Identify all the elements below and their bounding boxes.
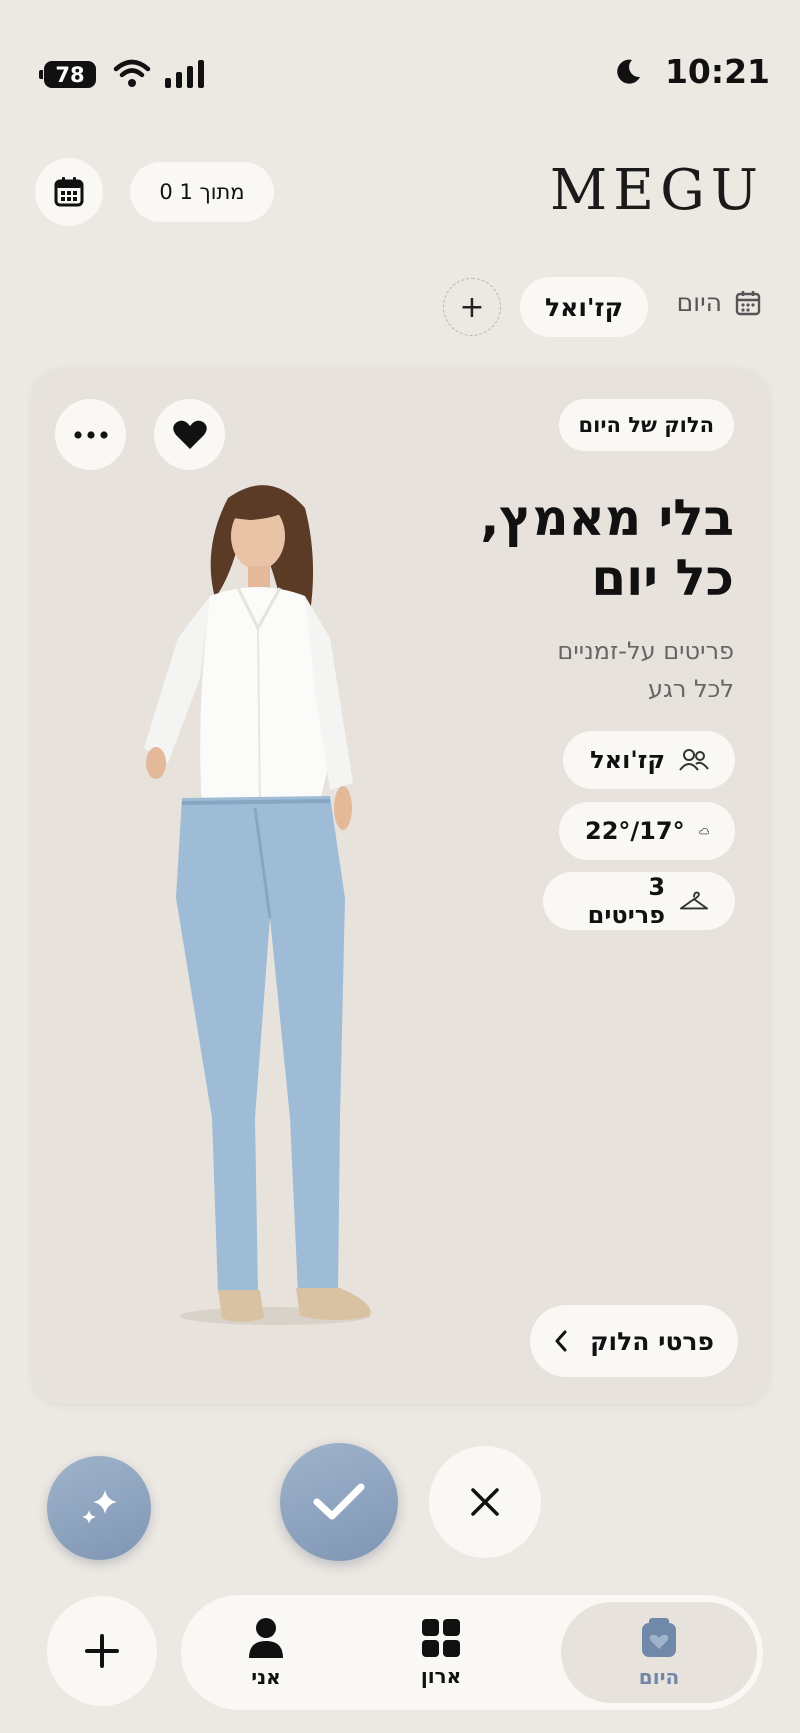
calendar-icon — [54, 177, 84, 207]
ai-suggest-button[interactable] — [47, 1456, 151, 1560]
clock: 10:21 — [664, 52, 770, 91]
headline-line-1: בלי מאמץ, — [480, 489, 734, 547]
chevron-left-icon — [555, 1330, 567, 1352]
look-details-label: פרטי הלוק — [590, 1326, 714, 1356]
model-photo — [144, 485, 371, 1325]
more-icon — [73, 430, 108, 439]
bottom-navigation: היום ארון אני — [181, 1595, 763, 1710]
more-options-button[interactable] — [55, 399, 126, 470]
person-icon — [249, 1617, 283, 1658]
date-filter-label: היום — [676, 288, 722, 317]
heart-icon — [172, 420, 207, 449]
date-filter[interactable]: היום — [677, 288, 762, 317]
moon-icon — [617, 59, 640, 84]
outfit-counter: 0 מתוך 1 — [130, 162, 274, 222]
headline-line-2: כל יום — [591, 549, 734, 607]
card-headline: בלי מאמץ, כל יום — [480, 488, 734, 608]
signal-icon — [165, 60, 204, 88]
nav-item-me[interactable]: אני — [206, 1595, 326, 1710]
reject-look-button[interactable] — [429, 1446, 541, 1558]
cloud-icon — [698, 828, 709, 835]
people-icon — [679, 749, 709, 771]
look-of-the-day-badge: הלוק של היום — [558, 399, 734, 451]
nav-item-today[interactable]: היום — [561, 1602, 757, 1703]
weather-info-chip: 22°/17° — [559, 802, 735, 860]
add-item-button[interactable] — [47, 1596, 157, 1706]
calendar-icon — [735, 290, 761, 315]
battery-level: 78 — [55, 62, 85, 87]
hanger-icon — [679, 891, 709, 910]
style-info-chip: קז'ואל — [563, 731, 735, 789]
battery-indicator: 78 — [39, 61, 96, 88]
items-info-label: 3 פריטים — [587, 873, 666, 929]
brand-logo: MEGU — [549, 158, 764, 223]
style-info-label: קז'ואל — [590, 746, 665, 774]
nav-label-wardrobe: ארון — [420, 1663, 462, 1688]
nav-item-wardrobe[interactable]: ארון — [371, 1595, 511, 1710]
card-subheading: פריטים על-זמניים לכל רגע — [557, 632, 734, 708]
nav-label-today: היום — [638, 1664, 680, 1689]
calendar-button[interactable] — [35, 158, 103, 226]
sparkle-icon — [82, 1490, 117, 1524]
wifi-icon — [113, 59, 151, 87]
grid-icon — [422, 1618, 460, 1657]
weather-info-label: 22°/17° — [585, 817, 685, 845]
style-chip-casual[interactable]: קז'ואל — [520, 277, 648, 337]
add-filter-button[interactable]: + — [443, 278, 501, 336]
items-info-chip: 3 פריטים — [543, 872, 735, 930]
subhead-line-1: פריטים על-זמניים — [557, 637, 734, 665]
calendar-heart-icon — [642, 1617, 676, 1657]
favorite-button[interactable] — [154, 399, 225, 470]
subhead-line-2: לכל רגע — [647, 675, 734, 703]
look-details-button[interactable]: פרטי הלוק — [530, 1305, 738, 1377]
check-icon — [313, 1483, 365, 1520]
accept-look-button[interactable] — [280, 1443, 398, 1561]
plus-icon — [85, 1634, 119, 1668]
close-icon — [471, 1488, 499, 1516]
nav-label-me: אני — [251, 1664, 281, 1689]
